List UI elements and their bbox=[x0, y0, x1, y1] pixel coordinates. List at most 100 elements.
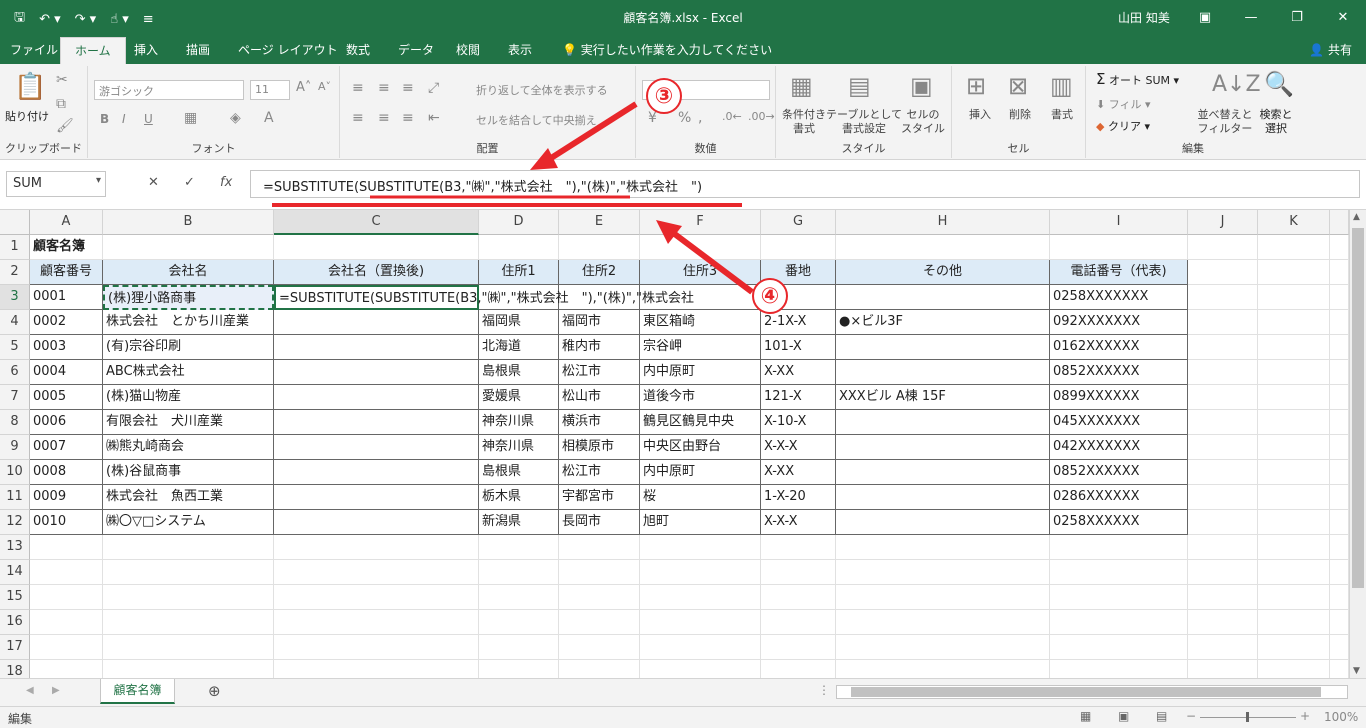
table-cell[interactable]: 101-X bbox=[761, 335, 836, 360]
col-header-a[interactable]: A bbox=[30, 210, 103, 235]
table-cell[interactable] bbox=[836, 485, 1050, 510]
grid-cell[interactable] bbox=[559, 635, 640, 660]
cut-icon[interactable]: ✂ bbox=[56, 72, 68, 88]
grid-cell[interactable] bbox=[559, 610, 640, 635]
table-cell[interactable] bbox=[836, 460, 1050, 485]
table-cell[interactable] bbox=[836, 360, 1050, 385]
grid-cell[interactable] bbox=[103, 235, 274, 260]
row-header[interactable]: 17 bbox=[0, 635, 30, 660]
table-cell[interactable]: 0008 bbox=[30, 460, 103, 485]
table-cell[interactable]: 0852XXXXXX bbox=[1050, 360, 1188, 385]
table-cell[interactable] bbox=[836, 410, 1050, 435]
row-header[interactable]: 7 bbox=[0, 385, 30, 410]
grid-cell[interactable] bbox=[1188, 610, 1258, 635]
grid-cell[interactable] bbox=[1330, 560, 1349, 585]
table-cell[interactable]: 0005 bbox=[30, 385, 103, 410]
col-header-l[interactable] bbox=[1330, 210, 1349, 235]
format-as-table-button[interactable]: テーブルとして 書式設定 bbox=[826, 108, 902, 136]
decrease-decimal-icon[interactable]: .00→ bbox=[748, 110, 775, 123]
scroll-up-icon[interactable]: ▲ bbox=[1353, 212, 1360, 222]
table-cell[interactable] bbox=[274, 460, 479, 485]
col-header-k[interactable]: K bbox=[1258, 210, 1330, 235]
fill-button[interactable]: ⬇ フィル ▾ bbox=[1096, 98, 1151, 112]
grid-cell[interactable] bbox=[1258, 310, 1330, 335]
table-cell[interactable]: 長岡市 bbox=[559, 510, 640, 535]
grid-cell[interactable] bbox=[1330, 360, 1349, 385]
grid-cell[interactable] bbox=[1188, 510, 1258, 535]
table-cell[interactable]: 栃木県 bbox=[479, 485, 559, 510]
table-cell[interactable]: X-10-X bbox=[761, 410, 836, 435]
table-cell[interactable] bbox=[836, 285, 1050, 310]
table-cell[interactable]: 宇都宮市 bbox=[559, 485, 640, 510]
grid-cell[interactable] bbox=[640, 585, 761, 610]
grid-cell[interactable] bbox=[640, 535, 761, 560]
row-header[interactable]: 16 bbox=[0, 610, 30, 635]
grid-cell[interactable] bbox=[1258, 635, 1330, 660]
table-cell[interactable]: 0852XXXXXX bbox=[1050, 460, 1188, 485]
table-cell[interactable]: X-XX bbox=[761, 460, 836, 485]
bold-icon[interactable]: B bbox=[100, 112, 109, 126]
increase-font-icon[interactable]: A˄ bbox=[296, 80, 311, 95]
grid-cell[interactable] bbox=[103, 635, 274, 660]
h-scroll-thumb[interactable] bbox=[851, 687, 1321, 697]
align-top-icon[interactable]: ≡ bbox=[352, 80, 364, 96]
grid-cell[interactable] bbox=[640, 235, 761, 260]
tab-data[interactable]: データ bbox=[398, 41, 434, 58]
grid-cell[interactable] bbox=[1050, 235, 1188, 260]
table-cell[interactable]: 0003 bbox=[30, 335, 103, 360]
row-header[interactable]: 15 bbox=[0, 585, 30, 610]
table-header-cell[interactable]: 住所3 bbox=[640, 260, 761, 285]
grid-cell[interactable] bbox=[1258, 560, 1330, 585]
grid-cell[interactable] bbox=[1050, 535, 1188, 560]
grid-cell[interactable] bbox=[640, 560, 761, 585]
table-cell[interactable]: 0286XXXXXX bbox=[1050, 485, 1188, 510]
table-cell[interactable]: 相模原市 bbox=[559, 435, 640, 460]
grid-cell[interactable] bbox=[1188, 260, 1258, 285]
table-cell[interactable] bbox=[274, 410, 479, 435]
row-header[interactable]: 6 bbox=[0, 360, 30, 385]
zoom-in-icon[interactable]: + bbox=[1300, 709, 1310, 723]
grid-cell[interactable] bbox=[761, 535, 836, 560]
grid-cell[interactable] bbox=[640, 635, 761, 660]
vertical-scrollbar[interactable]: ▲ ▼ bbox=[1349, 210, 1366, 678]
grid-cell[interactable] bbox=[479, 560, 559, 585]
scroll-thumb[interactable] bbox=[1352, 228, 1364, 588]
tab-split-icon[interactable]: ⋮ bbox=[818, 683, 830, 697]
grid-cell[interactable] bbox=[1188, 285, 1258, 310]
user-name[interactable]: 山田 知美 bbox=[1118, 9, 1170, 26]
italic-icon[interactable]: I bbox=[122, 112, 126, 126]
tab-draw[interactable]: 描画 bbox=[186, 41, 210, 58]
enter-icon[interactable]: ✓ bbox=[184, 175, 195, 190]
table-cell[interactable] bbox=[274, 335, 479, 360]
table-cell[interactable] bbox=[274, 485, 479, 510]
grid-cell[interactable] bbox=[1330, 260, 1349, 285]
grid-cell[interactable] bbox=[640, 610, 761, 635]
tell-me-box[interactable]: 💡 実行したい作業を入力してください bbox=[562, 41, 772, 58]
grid-cell[interactable] bbox=[1188, 460, 1258, 485]
grid-cell[interactable] bbox=[559, 560, 640, 585]
grid-cell[interactable] bbox=[1330, 435, 1349, 460]
grid-cell[interactable] bbox=[836, 535, 1050, 560]
grid-cell[interactable] bbox=[103, 560, 274, 585]
grid-cell[interactable] bbox=[1330, 585, 1349, 610]
grid-cell[interactable] bbox=[1258, 435, 1330, 460]
grid-cell[interactable] bbox=[761, 610, 836, 635]
paste-icon[interactable]: 📋 bbox=[14, 72, 46, 102]
table-cell[interactable] bbox=[274, 510, 479, 535]
table-cell[interactable]: 松江市 bbox=[559, 360, 640, 385]
grid-cell[interactable] bbox=[1258, 260, 1330, 285]
table-cell[interactable]: 0258XXXXXXX bbox=[1050, 285, 1188, 310]
table-cell[interactable]: 福岡市 bbox=[559, 310, 640, 335]
table-cell[interactable]: X-XX bbox=[761, 360, 836, 385]
grid-cell[interactable] bbox=[103, 585, 274, 610]
table-cell[interactable]: (株)狸小路商事 bbox=[103, 285, 274, 310]
table-cell[interactable]: 内中原町 bbox=[640, 360, 761, 385]
insert-cells-icon[interactable]: ⊞ bbox=[966, 72, 986, 100]
font-color-icon[interactable]: A bbox=[264, 110, 274, 126]
close-button[interactable]: ✕ bbox=[1320, 0, 1366, 34]
grid-cell[interactable] bbox=[761, 635, 836, 660]
sort-filter-button[interactable]: 並べ替えと フィルター bbox=[1190, 108, 1260, 136]
grid-cell[interactable] bbox=[1258, 235, 1330, 260]
grid-cell[interactable] bbox=[1188, 310, 1258, 335]
share-button[interactable]: 👤 共有 bbox=[1309, 41, 1352, 58]
